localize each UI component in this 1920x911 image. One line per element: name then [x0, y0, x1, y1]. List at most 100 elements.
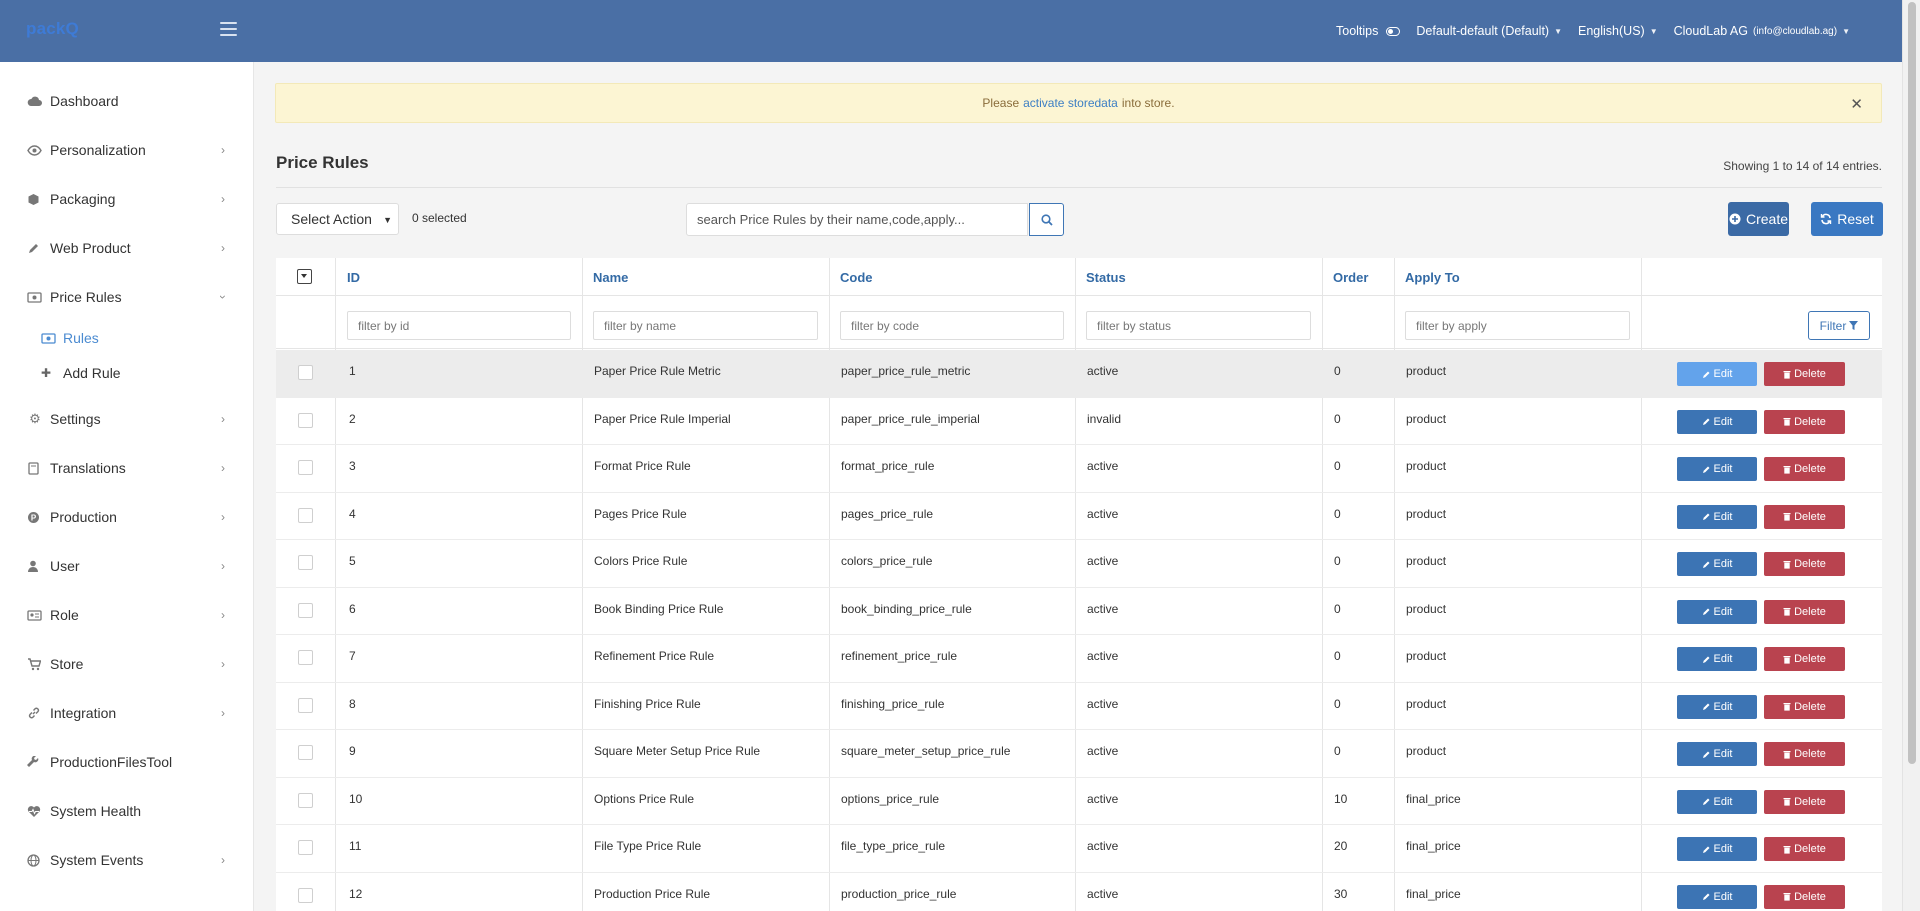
- delete-button[interactable]: Delete: [1764, 694, 1845, 719]
- edit-button[interactable]: Edit: [1677, 837, 1757, 861]
- sidebar-item-role[interactable]: Role ›: [0, 598, 254, 632]
- delete-button[interactable]: Delete: [1764, 409, 1845, 434]
- column-header-apply-to[interactable]: Apply To: [1405, 270, 1460, 285]
- column-header-status[interactable]: Status: [1086, 270, 1126, 285]
- table-row[interactable]: 2 Paper Price Rule Imperial paper_price_ru…: [276, 398, 1882, 445]
- search-button[interactable]: [1029, 203, 1064, 236]
- sidebar-item-production[interactable]: P Production ›: [0, 500, 254, 534]
- row-checkbox[interactable]: [298, 650, 313, 665]
- edit-button[interactable]: Edit: [1677, 457, 1757, 481]
- pencil-icon: [1702, 702, 1711, 711]
- delete-button[interactable]: Delete: [1764, 362, 1845, 386]
- delete-button[interactable]: Delete: [1764, 457, 1845, 481]
- edit-button[interactable]: Edit: [1677, 742, 1757, 766]
- menu-toggle-icon[interactable]: [220, 22, 237, 36]
- sidebar-item-personalization[interactable]: Personalization ›: [0, 133, 254, 167]
- select-all-checkbox[interactable]: [297, 269, 312, 284]
- edit-button[interactable]: Edit: [1677, 884, 1757, 909]
- bulk-action-select[interactable]: Select Action ▼: [276, 203, 399, 235]
- table-row[interactable]: 6 Book Binding Price Rule book_binding_pri…: [276, 588, 1882, 635]
- column-header-id[interactable]: ID: [347, 270, 360, 285]
- store-activation-alert: Please activate storedata into store. ✕: [275, 83, 1882, 123]
- sidebar-item-user[interactable]: User ›: [0, 549, 254, 583]
- sidebar-item-dashboard[interactable]: Dashboard: [0, 84, 254, 118]
- edit-button[interactable]: Edit: [1677, 789, 1757, 814]
- sidebar-subitem-rules[interactable]: Rules: [0, 325, 220, 351]
- row-checkbox[interactable]: [298, 555, 313, 570]
- sidebar-item-system-health[interactable]: System Health: [0, 794, 254, 828]
- sidebar-item-integration[interactable]: Integration ›: [0, 696, 254, 730]
- page-scrollbar[interactable]: [1902, 0, 1920, 911]
- filter-name-input[interactable]: [593, 311, 818, 340]
- row-checkbox[interactable]: [298, 412, 313, 428]
- delete-button[interactable]: Delete: [1764, 552, 1845, 576]
- close-icon[interactable]: ✕: [1850, 95, 1863, 113]
- table-row[interactable]: 11 File Type Price Rule file_type_price_ru…: [276, 825, 1882, 873]
- table-row[interactable]: 4 Pages Price Rule pages_price_rule active 0…: [276, 493, 1882, 540]
- table-row[interactable]: 5 Colors Price Rule colors_price_rule activ…: [276, 540, 1882, 588]
- row-checkbox[interactable]: [298, 365, 313, 380]
- row-checkbox[interactable]: [298, 602, 313, 618]
- column-header-order[interactable]: Order: [1333, 270, 1368, 285]
- app-logo[interactable]: packQ: [26, 19, 79, 39]
- sidebar-item-packaging[interactable]: Packaging ›: [0, 182, 254, 216]
- sidebar-item-translations[interactable]: Translations ›: [0, 451, 254, 485]
- edit-button[interactable]: Edit: [1677, 599, 1757, 624]
- sidebar-subitem-add-rule[interactable]: ✚ Add Rule: [0, 360, 220, 386]
- toggle-off-icon[interactable]: [1386, 26, 1401, 36]
- cell-name: Refinement Price Rule: [594, 649, 715, 663]
- row-checkbox[interactable]: [298, 460, 313, 475]
- edit-button[interactable]: Edit: [1677, 647, 1757, 671]
- create-button[interactable]: Create: [1728, 202, 1789, 236]
- table-row[interactable]: 7 Refinement Price Rule refinement_price_r…: [276, 635, 1882, 683]
- filter-apply-input[interactable]: [1405, 311, 1630, 340]
- sidebar-item-settings[interactable]: ⚙ Settings ›: [0, 402, 254, 436]
- edit-button[interactable]: Edit: [1677, 552, 1757, 576]
- edit-button[interactable]: Edit: [1677, 362, 1757, 386]
- delete-button[interactable]: Delete: [1764, 647, 1845, 671]
- row-checkbox[interactable]: [298, 887, 313, 903]
- table-row[interactable]: 3 Format Price Rule format_price_rule activ…: [276, 445, 1882, 493]
- language-selector[interactable]: English(US) ▼: [1578, 24, 1658, 38]
- tooltips-toggle[interactable]: Tooltips: [1336, 24, 1401, 38]
- row-checkbox[interactable]: [298, 507, 313, 523]
- edit-button[interactable]: Edit: [1677, 504, 1757, 529]
- sidebar-item-web-product[interactable]: Web Product ›: [0, 231, 254, 265]
- reset-button[interactable]: Reset: [1811, 202, 1883, 236]
- filter-status-input[interactable]: [1086, 311, 1311, 340]
- row-checkbox[interactable]: [298, 792, 313, 808]
- wrench-icon: [27, 755, 43, 769]
- delete-button[interactable]: Delete: [1764, 789, 1845, 814]
- trash-icon: [1783, 750, 1791, 759]
- sidebar-item-productionfilestool[interactable]: ProductionFilesTool: [0, 745, 254, 779]
- activate-storedata-link[interactable]: activate storedata: [1023, 96, 1118, 110]
- edit-button[interactable]: Edit: [1677, 409, 1757, 434]
- scrollbar-thumb[interactable]: [1908, 2, 1916, 764]
- table-row[interactable]: 1 Paper Price Rule Metric paper_price_rule…: [276, 350, 1882, 398]
- column-header-code[interactable]: Code: [840, 270, 873, 285]
- table-row[interactable]: 10 Options Price Rule options_price_rule ac…: [276, 778, 1882, 825]
- sidebar-item-price-rules[interactable]: Price Rules ›: [0, 280, 254, 314]
- delete-button[interactable]: Delete: [1764, 599, 1845, 624]
- table-row[interactable]: 9 Square Meter Setup Price Rule square_met…: [276, 730, 1882, 778]
- row-checkbox[interactable]: [298, 840, 313, 855]
- sidebar-item-system-events[interactable]: System Events ›: [0, 843, 254, 877]
- edit-button[interactable]: Edit: [1677, 694, 1757, 719]
- row-checkbox[interactable]: [298, 697, 313, 713]
- delete-button[interactable]: Delete: [1764, 742, 1845, 766]
- plus-icon: ✚: [41, 366, 52, 380]
- delete-button[interactable]: Delete: [1764, 504, 1845, 529]
- delete-button[interactable]: Delete: [1764, 837, 1845, 861]
- sidebar-item-store[interactable]: Store ›: [0, 647, 254, 681]
- row-checkbox[interactable]: [298, 745, 313, 760]
- account-menu[interactable]: CloudLab AG (info@cloudlab.ag) ▼: [1674, 24, 1850, 38]
- store-selector[interactable]: Default-default (Default) ▼: [1416, 24, 1562, 38]
- search-input[interactable]: [686, 203, 1028, 236]
- table-row[interactable]: 8 Finishing Price Rule finishing_price_rul…: [276, 683, 1882, 730]
- filter-code-input[interactable]: [840, 311, 1064, 340]
- filter-button[interactable]: Filter: [1808, 311, 1870, 340]
- table-row[interactable]: 12 Production Price Rule production_price_…: [276, 873, 1882, 911]
- filter-id-input[interactable]: [347, 311, 571, 340]
- delete-button[interactable]: Delete: [1764, 884, 1845, 909]
- column-header-name[interactable]: Name: [593, 270, 628, 285]
